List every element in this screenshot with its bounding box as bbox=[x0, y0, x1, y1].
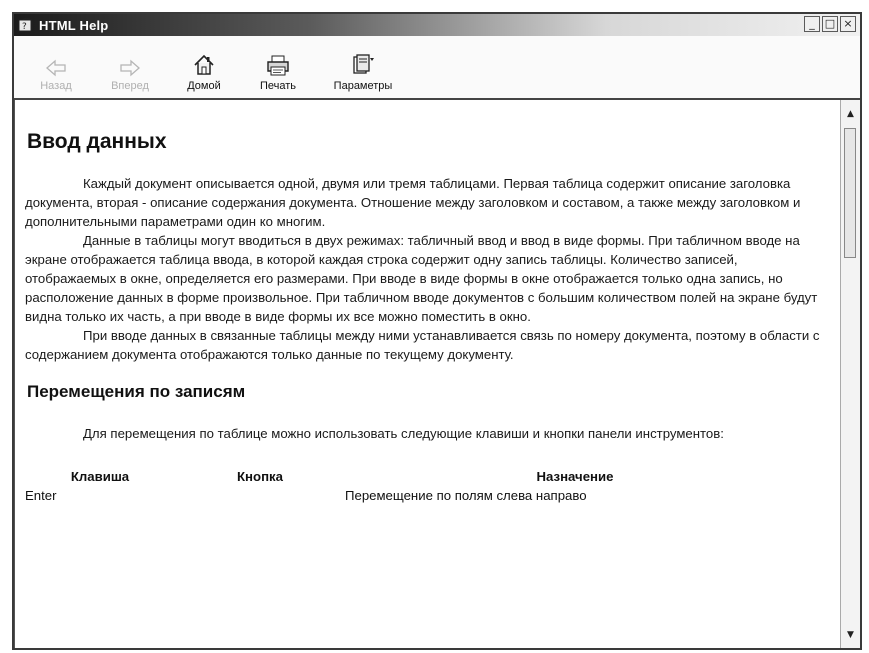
toolbar: Назад Вперед Домой Печать Параметры bbox=[14, 36, 860, 100]
table-header-row: Клавиша Кнопка Назначение bbox=[25, 469, 805, 488]
maximize-button[interactable]: □ bbox=[822, 16, 838, 32]
paragraph: Данные в таблицы могут вводиться в двух … bbox=[25, 233, 818, 324]
home-icon bbox=[192, 49, 216, 77]
cell-key: Enter bbox=[25, 488, 57, 503]
cell-purpose: Перемещение по полям слева направо bbox=[345, 488, 587, 503]
header-purpose: Назначение bbox=[536, 469, 614, 484]
section-title: Перемещения по записям bbox=[27, 382, 246, 401]
scroll-thumb[interactable] bbox=[844, 128, 856, 258]
arrow-right-icon bbox=[119, 49, 141, 77]
help-content[interactable]: Ввод данных Каждый документ описывается … bbox=[14, 100, 840, 648]
content-area: Ввод данных Каждый документ описывается … bbox=[14, 100, 860, 648]
vertical-scrollbar[interactable]: ▲ ▼ bbox=[840, 100, 860, 648]
section-paragraph: Для перемещения по таблице можно использ… bbox=[83, 426, 724, 441]
print-label: Печать bbox=[259, 80, 297, 92]
scroll-up-button[interactable]: ▲ bbox=[843, 106, 858, 121]
printer-icon bbox=[265, 49, 291, 77]
cell-button bbox=[175, 488, 345, 503]
help-app-icon: ? bbox=[18, 17, 34, 33]
close-button[interactable]: × bbox=[840, 16, 856, 32]
options-label: Параметры bbox=[333, 80, 393, 92]
paragraph: При вводе данных в связанные таблицы меж… bbox=[25, 328, 820, 362]
header-button: Кнопка bbox=[237, 469, 283, 484]
options-button[interactable]: Параметры bbox=[324, 49, 402, 92]
table-row: Enter Перемещение по полям слева направо bbox=[25, 488, 805, 503]
back-label: Назад bbox=[40, 80, 72, 92]
header-key: Клавиша bbox=[70, 469, 130, 484]
keys-table: Клавиша Кнопка Назначение Enter Перемеще… bbox=[25, 469, 805, 503]
scroll-down-button[interactable]: ▼ bbox=[843, 627, 858, 642]
title-bar[interactable]: ? HTML Help _ □ × bbox=[14, 14, 860, 36]
help-window: ? HTML Help _ □ × Назад Вперед Домой Печ… bbox=[12, 12, 862, 650]
arrow-left-icon bbox=[45, 49, 67, 77]
print-button[interactable]: Печать bbox=[250, 49, 306, 92]
options-icon bbox=[350, 49, 376, 77]
forward-button[interactable]: Вперед bbox=[102, 49, 158, 92]
minimize-button[interactable]: _ bbox=[804, 16, 820, 32]
window-controls: _ □ × bbox=[804, 16, 856, 32]
home-button[interactable]: Домой bbox=[176, 49, 232, 92]
back-button[interactable]: Назад bbox=[28, 49, 84, 92]
page-title: Ввод данных bbox=[27, 130, 167, 153]
paragraph: Каждый документ описывается одной, двумя… bbox=[25, 176, 801, 229]
window-title: HTML Help bbox=[39, 17, 109, 33]
svg-text:?: ? bbox=[22, 22, 27, 32]
forward-label: Вперед bbox=[111, 80, 149, 92]
home-label: Домой bbox=[187, 80, 221, 92]
